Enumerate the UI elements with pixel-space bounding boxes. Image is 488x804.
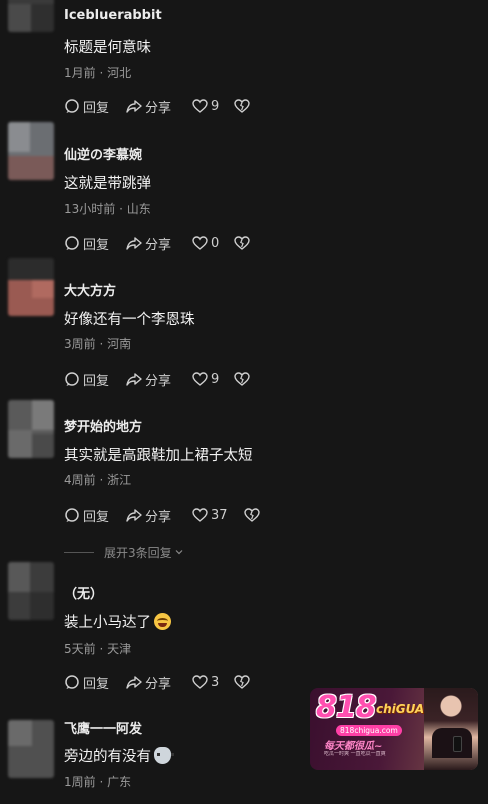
comment-location: 广东 <box>107 775 132 789</box>
ad-logo-text: chiGUA <box>376 702 425 716</box>
avatar[interactable] <box>8 720 54 778</box>
phone-icon <box>453 736 462 752</box>
comment-username[interactable]: 飞鹰一一阿发 <box>64 718 142 737</box>
ad-model-image <box>424 688 478 770</box>
comment-time: 1周前 <box>64 775 96 789</box>
ad-slogan: 每天都很瓜~ <box>324 741 383 752</box>
comment-item: 飞鹰一一阿发 旁边的有没有 1周前 · 广东 <box>0 0 488 804</box>
cat-emoji-icon <box>154 747 174 764</box>
comment-text: 旁边的有没有 <box>64 745 174 766</box>
comment-meta: 1周前 · 广东 <box>64 773 131 790</box>
ad-fine-print: 吃瓜一时爽 一直吃瓜一直爽 <box>324 751 386 757</box>
separator-dot: · <box>99 775 108 789</box>
comment-text-content: 旁边的有没有 <box>64 749 151 765</box>
comment-list: Icebluerabbit 标题是何意味 1月前 · 河北 回复 分享 9 仙逆… <box>0 0 488 804</box>
ad-site-url: 818chigua.com <box>336 725 402 736</box>
ad-logo-number: 818 <box>316 690 377 725</box>
site-watermark-ad[interactable]: 818 chiGUA 818chigua.com 每天都很瓜~ 吃瓜一时爽 一直… <box>310 688 478 770</box>
